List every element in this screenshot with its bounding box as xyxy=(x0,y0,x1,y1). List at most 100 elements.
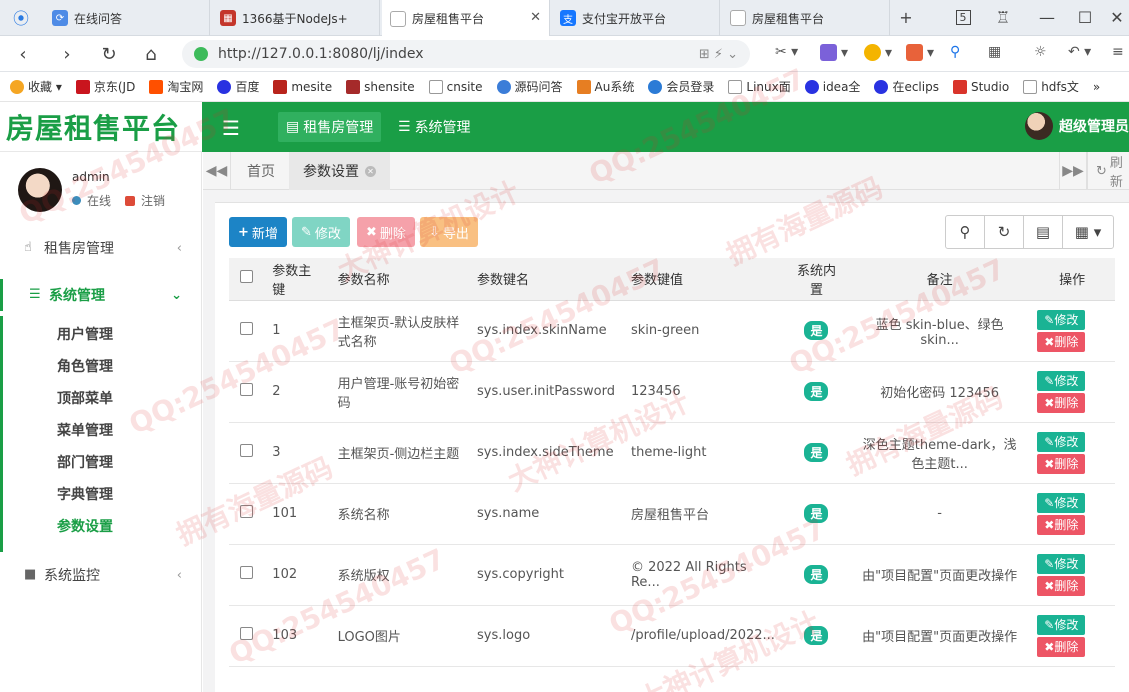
row-checkbox[interactable] xyxy=(240,505,254,518)
shirt-icon[interactable]: ♖ xyxy=(990,4,1016,30)
sidebar-item-rental[interactable]: ☝ 租售房管理 ‹ xyxy=(0,232,202,264)
column-header[interactable]: 参数名称 xyxy=(329,258,470,301)
reload-icon[interactable]: ↻ xyxy=(96,41,122,67)
game-icon[interactable]: ▾ xyxy=(906,44,934,61)
bookmark-item[interactable]: 百度 xyxy=(217,78,259,95)
back-icon[interactable]: ‹ xyxy=(10,41,36,67)
column-toggle-icon[interactable]: ▦ ▾ xyxy=(1062,215,1114,249)
search-icon[interactable]: ⚲ xyxy=(950,44,960,60)
row-checkbox[interactable] xyxy=(240,627,254,640)
sidebar-item-top-menu[interactable]: 顶部菜单 xyxy=(0,382,202,414)
sidebar-item-users[interactable]: 用户管理 xyxy=(0,318,202,350)
row-edit-button[interactable]: ✎ 修改 xyxy=(1037,614,1086,635)
delete-button[interactable]: ✖ 删除 xyxy=(357,217,415,247)
bookmark-item[interactable]: Au系统 xyxy=(576,78,634,95)
sidebar-item-departments[interactable]: 部门管理 xyxy=(0,446,202,478)
column-header[interactable]: 参数键名 xyxy=(469,258,623,301)
logout-link[interactable]: 注销 xyxy=(125,192,165,209)
top-menu-system[interactable]: ☰ 系统管理 xyxy=(390,112,479,142)
row-delete-button[interactable]: ✖ 删除 xyxy=(1037,514,1086,535)
cell-value[interactable]: © 2022 All Rights Re... xyxy=(622,544,783,606)
cell-value[interactable]: /profile/upload/2022... xyxy=(622,605,783,667)
undo-icon[interactable]: ↶ ▾ xyxy=(1068,44,1091,60)
row-delete-button[interactable]: ✖ 删除 xyxy=(1037,575,1086,596)
menu-toggle-icon[interactable]: ☰ xyxy=(222,116,240,140)
sidebar-item-roles[interactable]: 角色管理 xyxy=(0,350,202,382)
row-delete-button[interactable]: ✖ 删除 xyxy=(1037,392,1086,413)
column-header[interactable]: 参数主键 xyxy=(264,258,330,301)
user-menu[interactable]: 超级管理员 xyxy=(1025,112,1129,140)
refresh-tab-button[interactable]: ↻ 刷新 xyxy=(1087,152,1129,190)
browser-tab[interactable]: ▦ 1366基于NodeJs+ xyxy=(212,0,380,36)
tab-params[interactable]: 参数设置 ✕ xyxy=(289,152,390,190)
bookmark-item[interactable]: 淘宝网 xyxy=(149,78,203,95)
url-input[interactable]: http://127.0.0.1:8080/lj/index ⊞ ⚡ ⌄ xyxy=(182,40,750,68)
forward-icon[interactable]: › xyxy=(54,41,80,67)
tab-close-icon[interactable]: ✕ xyxy=(365,165,376,177)
coin-icon[interactable]: ▾ xyxy=(864,44,892,61)
edit-button[interactable]: ✎ 修改 xyxy=(292,217,350,247)
table-row[interactable]: 1 主框架页-默认皮肤样式名称 sys.index.skinName skin-… xyxy=(229,300,1115,362)
tab-close-icon[interactable]: ✕ xyxy=(530,10,541,25)
table-row[interactable]: 2 用户管理-账号初始密码 sys.user.initPassword 1234… xyxy=(229,361,1115,423)
browser-tab[interactable]: ⟳ 在线问答 xyxy=(44,0,210,36)
menu-icon[interactable]: ≡ xyxy=(1112,44,1124,60)
row-delete-button[interactable]: ✖ 删除 xyxy=(1037,331,1086,352)
row-edit-button[interactable]: ✎ 修改 xyxy=(1037,309,1086,330)
sidebar-item-params[interactable]: 参数设置 xyxy=(0,510,202,542)
sidebar-item-menus[interactable]: 菜单管理 xyxy=(0,414,202,446)
bookmark-item[interactable]: Studio xyxy=(952,79,1009,94)
close-window-icon[interactable]: ✕ xyxy=(1104,4,1129,30)
bookmark-item[interactable]: 收藏 ▾ xyxy=(10,78,62,95)
row-delete-button[interactable]: ✖ 删除 xyxy=(1037,636,1086,657)
sidebar-item-monitor[interactable]: ■ 系统监控 ‹ xyxy=(0,559,202,591)
url-tools-icon[interactable]: ⊞ ⚡ ⌄ xyxy=(699,47,738,62)
refresh-icon[interactable]: ↻ xyxy=(984,215,1024,249)
home-icon[interactable]: ⌂ xyxy=(138,41,164,67)
cell-remark[interactable]: 深色主题theme-dark，浅色主题t... xyxy=(849,422,1030,484)
row-checkbox[interactable] xyxy=(240,566,254,579)
bookmark-item[interactable]: Linux面 xyxy=(728,78,791,95)
browser-tab-active[interactable]: 房屋租售平台 ✕ xyxy=(382,0,550,37)
apps-icon[interactable]: ▦ xyxy=(988,44,1001,60)
table-row[interactable]: 3 主框架页-侧边栏主题 sys.index.sideTheme theme-l… xyxy=(229,422,1115,484)
search-toggle-icon[interactable]: ⚲ xyxy=(945,215,985,249)
bookmark-item[interactable]: idea全 xyxy=(804,78,860,95)
tab-count-icon[interactable]: 5 xyxy=(950,4,976,30)
row-edit-button[interactable]: ✎ 修改 xyxy=(1037,431,1086,452)
table-row[interactable]: 102 系统版权 sys.copyright © 2022 All Rights… xyxy=(229,544,1115,606)
brightness-icon[interactable]: ☼ xyxy=(1034,44,1047,60)
columns-icon[interactable]: ▤ xyxy=(1023,215,1063,249)
new-tab-button[interactable]: + xyxy=(893,4,919,30)
minimize-icon[interactable]: — xyxy=(1034,4,1060,30)
sidebar-item-system[interactable]: ☰ 系统管理 ⌄ xyxy=(0,279,202,311)
column-header[interactable]: 系统内置 xyxy=(782,258,850,301)
row-edit-button[interactable]: ✎ 修改 xyxy=(1037,553,1086,574)
tabs-scroll-right-icon[interactable]: ▶▶ xyxy=(1059,152,1087,190)
cell-remark[interactable]: 蓝色 skin-blue、绿色 skin... xyxy=(849,300,1030,362)
bookmark-item[interactable]: 京东(JD xyxy=(75,78,135,95)
sidebar-item-dictionary[interactable]: 字典管理 xyxy=(0,478,202,510)
select-all-checkbox[interactable] xyxy=(240,270,254,284)
maximize-icon[interactable]: ☐ xyxy=(1072,4,1098,30)
row-edit-button[interactable]: ✎ 修改 xyxy=(1037,370,1086,391)
row-checkbox[interactable] xyxy=(240,444,254,457)
top-menu-rental[interactable]: ▤ 租售房管理 xyxy=(278,112,382,142)
browser-tab[interactable]: 支 支付宝开放平台 xyxy=(552,0,720,36)
row-checkbox[interactable] xyxy=(240,322,254,335)
bookmark-item[interactable]: hdfs文 xyxy=(1023,78,1079,95)
tab-home[interactable]: 首页 xyxy=(233,152,289,190)
bookmarks-more[interactable]: » xyxy=(1093,80,1100,94)
column-header[interactable]: 备注 xyxy=(849,258,1030,301)
add-button[interactable]: + 新增 xyxy=(229,217,287,247)
row-checkbox[interactable] xyxy=(240,383,254,396)
translate-icon[interactable]: ▾ xyxy=(820,44,848,61)
column-header[interactable]: 参数键值 xyxy=(622,258,783,301)
bookmark-item[interactable]: cnsite xyxy=(428,79,483,94)
brand-logo[interactable]: 房屋租售平台 xyxy=(0,102,202,152)
row-delete-button[interactable]: ✖ 删除 xyxy=(1037,453,1086,474)
export-button[interactable]: ⇩ 导出 xyxy=(420,217,478,247)
row-edit-button[interactable]: ✎ 修改 xyxy=(1037,492,1086,513)
table-row[interactable]: 101 系统名称 sys.name 房屋租售平台 是 - ✎ 修改 ✖ 删除 xyxy=(229,483,1115,545)
bookmark-item[interactable]: mesite xyxy=(273,79,332,94)
